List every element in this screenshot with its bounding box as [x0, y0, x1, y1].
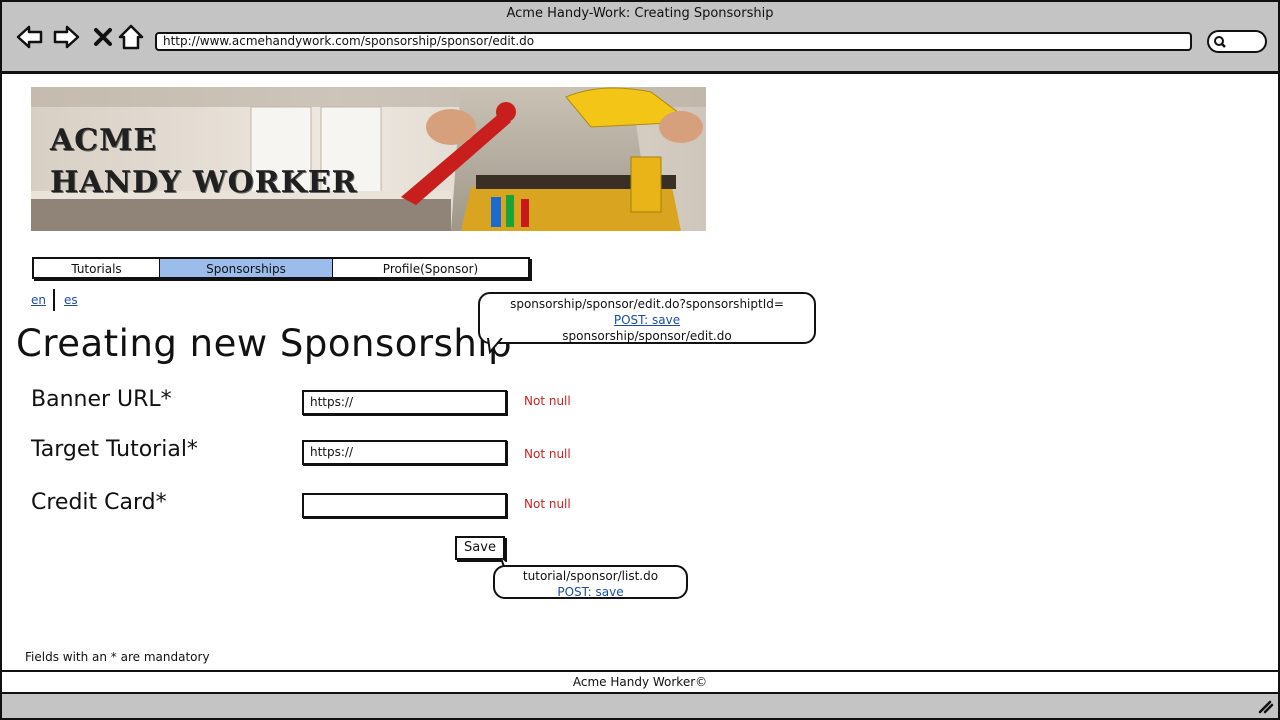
callout-line-3: sponsorship/sponsor/edit.do: [562, 329, 732, 343]
credit-card-error: Not null: [524, 497, 571, 511]
callout-save-endpoint: tutorial/sponsor/list.do POST: save: [493, 565, 688, 599]
window-title: Acme Handy-Work: Creating Sponsorship: [506, 6, 774, 21]
lang-en-link[interactable]: en: [31, 293, 46, 307]
back-arrow-icon[interactable]: [15, 22, 45, 52]
banner-url-error: Not null: [524, 394, 571, 408]
banner-image: [31, 87, 706, 231]
footer: Acme Handy Worker©: [0, 670, 1280, 694]
status-bar: [0, 694, 1280, 720]
mandatory-note: Fields with an * are mandatory: [25, 650, 210, 664]
banner-title-line2: HANDY WORKER: [50, 165, 358, 200]
save-callout-line-1: tutorial/sponsor/list.do: [522, 569, 659, 583]
callout-pointer: [487, 338, 503, 354]
save-callout-post[interactable]: POST: save: [495, 584, 686, 600]
callout-edit-endpoint: sponsorship/sponsor/edit.do?sponsorshipt…: [478, 292, 816, 344]
banner-url-label: Banner URL*: [31, 387, 172, 412]
nav-tabs: Tutorials Sponsorships Profile(Sponsor): [32, 257, 530, 279]
callout-line-1: sponsorship/sponsor/edit.do?sponsorshipt…: [510, 297, 784, 311]
tab-sponsorships[interactable]: Sponsorships: [160, 259, 333, 277]
target-tutorial-error: Not null: [524, 447, 571, 461]
lang-separator: [53, 289, 55, 311]
target-tutorial-input[interactable]: https://: [302, 440, 507, 465]
save-button[interactable]: Save: [455, 536, 505, 560]
banner-url-input[interactable]: https://: [302, 390, 507, 415]
home-icon[interactable]: [116, 22, 146, 52]
page-title: Creating new Sponsorship: [16, 322, 513, 365]
tab-tutorials[interactable]: Tutorials: [34, 259, 160, 277]
search-box[interactable]: [1207, 30, 1267, 53]
search-icon: [1214, 36, 1226, 48]
callout-post-save-link[interactable]: POST: save: [480, 312, 814, 328]
forward-arrow-icon[interactable]: [51, 22, 81, 52]
target-tutorial-label: Target Tutorial*: [31, 437, 198, 462]
lang-es-link[interactable]: es: [64, 293, 78, 307]
tab-profile-sponsor[interactable]: Profile(Sponsor): [333, 259, 528, 277]
resize-grip-icon[interactable]: [1256, 698, 1274, 714]
credit-card-label: Credit Card*: [31, 490, 167, 515]
banner-title-line1: ACME: [50, 123, 158, 158]
stop-x-icon[interactable]: [88, 22, 118, 52]
credit-card-input[interactable]: [302, 493, 507, 518]
url-bar[interactable]: http://www.acmehandywork.com/sponsorship…: [155, 32, 1192, 51]
